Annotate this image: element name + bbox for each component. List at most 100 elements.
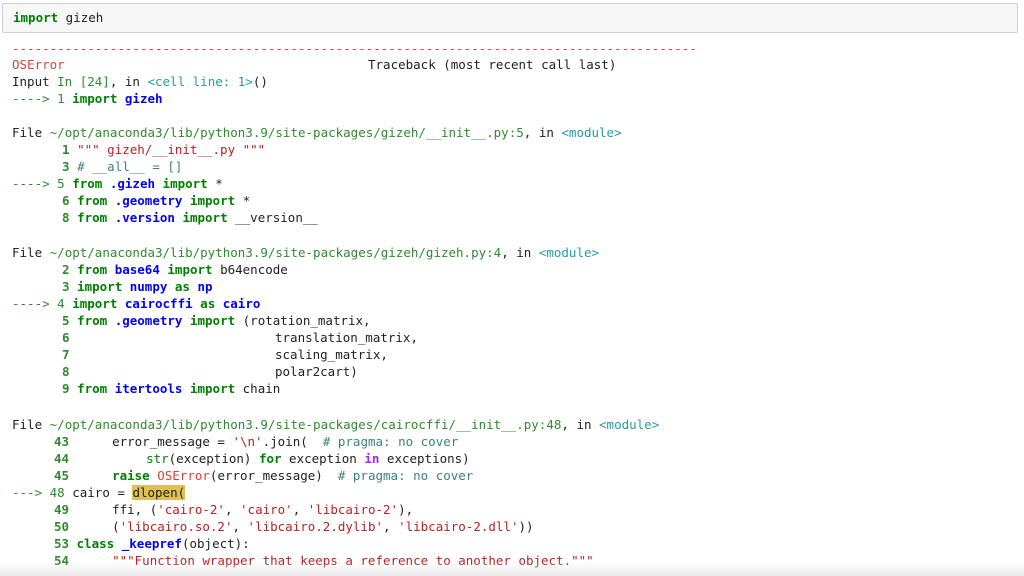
in-word: , in xyxy=(501,245,539,260)
string-literal: 'libcairo.so.2' xyxy=(119,519,233,534)
line-number: 3 xyxy=(62,279,78,294)
code-text: (exception) xyxy=(168,451,259,466)
file-path: ~/opt/anaconda3/lib/python3.9/site-packa… xyxy=(49,245,502,260)
code-line: 1 """ gizeh/__init__.py """ xyxy=(12,141,265,158)
code-text: )) xyxy=(518,519,534,534)
frame-header: File ~/opt/anaconda3/lib/python3.9/site-… xyxy=(12,124,622,141)
keyword: for xyxy=(258,451,282,466)
class-name: _keepref xyxy=(121,536,182,551)
code-text: (object): xyxy=(181,536,250,551)
module-name: base64 xyxy=(107,262,168,277)
string-literal: 'cairo' xyxy=(240,502,293,517)
import-keyword: import xyxy=(72,91,118,106)
line-number: 5 xyxy=(62,313,78,328)
in-word: , in xyxy=(109,74,148,89)
keyword: import xyxy=(182,210,228,225)
line-number: 9 xyxy=(62,381,78,396)
keyword: import xyxy=(77,279,123,294)
code-text: .join( xyxy=(262,434,323,449)
module-name: cairocffi xyxy=(117,296,201,311)
code-text: , xyxy=(383,519,399,534)
input-label: Input xyxy=(12,74,58,89)
code-text: , xyxy=(224,502,241,517)
keyword: import xyxy=(189,313,236,328)
line-number: 8 xyxy=(62,210,78,225)
module-label: <module> xyxy=(538,245,600,260)
line-number: 6 xyxy=(62,330,70,345)
comment: # pragma: no cover xyxy=(337,468,474,483)
keyword: from xyxy=(77,193,108,208)
highlighted-code: dlopen( xyxy=(132,485,186,500)
code-cell-input[interactable]: import gizeh xyxy=(2,3,1018,33)
code-text: __version__ xyxy=(227,210,318,225)
line-number: 49 xyxy=(54,502,70,517)
line-number: 45 xyxy=(54,468,70,483)
file-label: File xyxy=(12,245,50,260)
string-literal: 'libcairo-2.dll' xyxy=(398,519,519,534)
keyword: from xyxy=(77,262,108,277)
string-literal: '\n' xyxy=(232,434,263,449)
code-text: ffi, ( xyxy=(112,502,158,517)
code-text: ), xyxy=(398,502,414,517)
module-label: <module> xyxy=(561,125,622,140)
line-number: 2 xyxy=(62,262,78,277)
file-label: File xyxy=(12,417,50,432)
traceback-label: Traceback (most recent call last) xyxy=(368,57,617,72)
file-label: File xyxy=(12,125,50,140)
code-text: polar2cart) xyxy=(275,364,358,379)
code-line: 3 # __all__ = [] xyxy=(12,158,182,175)
arrow-marker: ----> 5 xyxy=(12,176,73,191)
cell-code[interactable]: import gizeh xyxy=(13,10,103,25)
module-label: <module> xyxy=(599,417,660,432)
code-line: 8 xyxy=(12,363,70,380)
keyword: import xyxy=(189,193,236,208)
in-word: , in xyxy=(561,417,600,432)
input-line: Input In [24], in <cell line: 1>() xyxy=(12,73,268,90)
code-line: 53 class _keepref(object): xyxy=(12,535,250,552)
line-number: 1 xyxy=(62,142,78,157)
module-name: gizeh xyxy=(124,91,163,106)
line-number: 3 xyxy=(62,159,78,174)
code-line: 8 from .version import __version__ xyxy=(12,209,318,226)
line-number: 53 xyxy=(54,536,77,551)
keyword: from xyxy=(77,381,108,396)
input-ref: In [24] xyxy=(57,74,110,89)
keyword: from xyxy=(77,210,108,225)
code-line: ---> 48 cairo = dlopen( xyxy=(12,484,186,501)
code-line: 6 xyxy=(12,329,70,346)
error-name: OSError xyxy=(12,57,65,72)
keyword: import xyxy=(162,176,208,191)
line-number: 44 xyxy=(54,451,70,466)
arrow-marker: ---> 48 xyxy=(12,485,73,500)
keyword: import xyxy=(167,262,213,277)
code-text: (rotation_matrix, xyxy=(235,313,371,328)
arrow-marker: ----> 1 xyxy=(12,91,73,106)
code-text: translation_matrix, xyxy=(275,330,418,345)
module-name: numpy xyxy=(122,279,175,294)
code-line: 6 from .geometry import * xyxy=(12,192,250,209)
code-line: 50 ('libcairo.so.2', 'libcairo.2.dylib', … xyxy=(12,518,534,535)
code-line: 45 raise OSError(error_message) # pragma:… xyxy=(12,467,473,484)
comment: # pragma: no cover xyxy=(322,434,459,449)
code-text: ( xyxy=(112,519,120,534)
code-line: 2 from base64 import b64encode xyxy=(12,261,288,278)
code-line: 44 str(exception) for exception in except… xyxy=(12,450,470,467)
module-name: gizeh xyxy=(58,10,104,25)
code-text: exceptions) xyxy=(379,451,470,466)
scroll-fade xyxy=(0,562,1024,576)
code-text: scaling_matrix, xyxy=(275,347,388,362)
frame-header: File ~/opt/anaconda3/lib/python3.9/site-… xyxy=(12,244,599,261)
code-line: 9 from itertools import chain xyxy=(12,380,280,397)
code-text: * xyxy=(235,193,251,208)
keyword: import xyxy=(72,296,118,311)
comment: # __all__ = [] xyxy=(77,159,183,174)
code-text: chain xyxy=(235,381,281,396)
error-header: OSError xyxy=(12,56,65,73)
module-name: .geometry xyxy=(107,193,190,208)
code-text: , xyxy=(232,519,248,534)
string-literal: 'libcairo-2' xyxy=(307,502,399,517)
code-text: b64encode xyxy=(212,262,288,277)
docstring: """ gizeh/__init__.py """ xyxy=(77,142,266,157)
in-word: , in xyxy=(523,125,562,140)
